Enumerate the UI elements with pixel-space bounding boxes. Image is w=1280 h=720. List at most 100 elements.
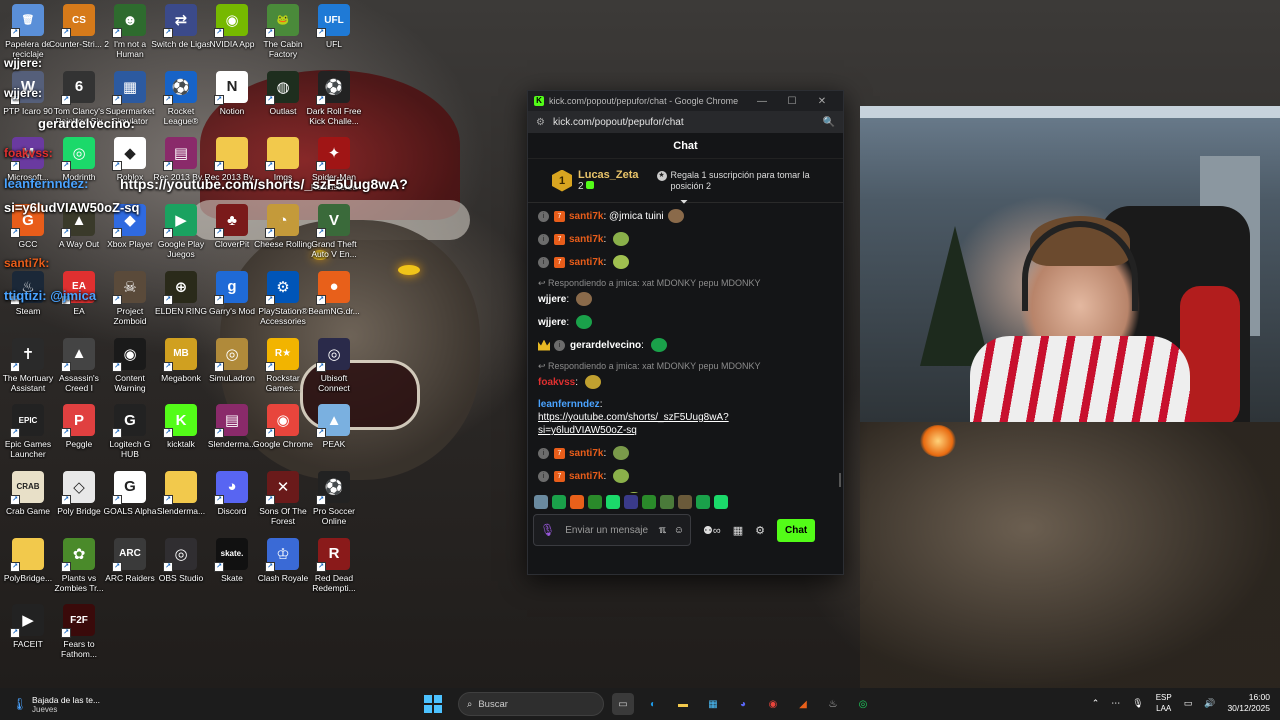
desktop-icon[interactable]: ◎ ↗ Ubisoft Connect xyxy=(306,337,362,402)
file-explorer-icon[interactable]: ▬ xyxy=(672,693,694,715)
chat-emote[interactable] xyxy=(667,209,684,223)
chat-message[interactable]: i 7 santi7k: xyxy=(538,232,833,246)
chat-username[interactable]: santi7k xyxy=(569,256,603,269)
weather-widget[interactable]: 🌡 Bajada de las te... Jueves xyxy=(12,695,212,714)
emote[interactable] xyxy=(606,495,620,509)
top-gifter[interactable]: Lucas_Zeta 2 xyxy=(578,169,639,192)
desktop-icon[interactable]: ● ↗ BeamNG.dr... xyxy=(306,270,362,335)
desktop-icon[interactable]: ◎ ↗ Modrinth xyxy=(51,137,107,201)
minimize-button[interactable]: — xyxy=(747,96,777,107)
desktop-icon[interactable]: ◉ ↗ Content Warning xyxy=(102,337,158,402)
desktop-icon[interactable]: ✕ ↗ Sons Of The Forest xyxy=(255,470,311,535)
address-bar[interactable]: ⚙ kick.com/popout/pepufor/chat 🔍 xyxy=(528,111,843,133)
desktop-icon[interactable]: ◔ ↗ Cheese Rolling xyxy=(254,204,312,268)
site-info-icon[interactable]: ⚙ xyxy=(536,117,545,128)
desktop-icon[interactable]: ⇄ ↗ Switch de Ligas xyxy=(151,4,211,68)
chat-username[interactable]: foakvss xyxy=(538,376,575,389)
desktop-icon[interactable]: ⚙ ↗ PlayStation® Accessories xyxy=(255,270,311,335)
chat-message[interactable]: i 7 santi7k: @jmica tuini xyxy=(538,209,833,223)
chat-emote[interactable] xyxy=(613,469,630,483)
clock[interactable]: 16:00 30/12/2025 xyxy=(1227,692,1270,714)
chat-username[interactable]: santi7k xyxy=(569,210,603,223)
desktop-icon[interactable]: V ↗ Grand Theft Auto V En... xyxy=(306,204,362,268)
chat-message[interactable]: wjjere: xyxy=(538,315,833,329)
microphone-icon[interactable]: 🎙 xyxy=(540,523,555,537)
chat-messages[interactable]: i 7 santi7k: @jmica tuini i 7 santi7k: i 7 sant… xyxy=(528,203,843,493)
chat-link[interactable]: https://youtube.com/shorts/_szF5Uug8wA?s… xyxy=(538,411,808,437)
language-indicator[interactable]: ESP LAA xyxy=(1156,692,1172,714)
chat-message[interactable]: ↗ttiqtizi: @jmica xyxy=(538,492,833,493)
desktop-icon[interactable]: ♔ ↗ Clash Royale xyxy=(255,537,311,602)
chat-username[interactable]: santi7k xyxy=(569,233,603,246)
chat-emote[interactable] xyxy=(650,338,667,352)
users-icon[interactable]: ⚉∞ xyxy=(703,524,721,537)
desktop-icon[interactable]: ↗ PolyBridge... xyxy=(0,537,56,602)
chat-username[interactable]: ttiqtizi xyxy=(553,493,582,494)
gift-store-icon[interactable]: ▦ xyxy=(733,524,743,537)
desktop-icon[interactable]: ◕ ↗ Discord xyxy=(204,470,260,535)
chat-emote[interactable] xyxy=(575,292,592,306)
desktop-icon[interactable]: P ↗ Peggle xyxy=(51,404,107,468)
maximize-button[interactable]: ☐ xyxy=(777,96,807,107)
top-gifter-name[interactable]: Lucas_Zeta xyxy=(578,169,639,181)
display-icon[interactable]: ▭ xyxy=(1184,698,1193,709)
desktop-icon[interactable]: ◉ ↗ NVIDIA App xyxy=(204,4,260,68)
emote[interactable] xyxy=(678,495,692,509)
spotify-icon[interactable]: ◎ xyxy=(852,693,874,715)
chat-emote[interactable] xyxy=(584,375,601,389)
desktop-icon[interactable]: ↗ Slenderma... xyxy=(153,470,209,535)
network-icon[interactable]: ⋯ xyxy=(1111,698,1120,709)
emote[interactable] xyxy=(642,495,656,509)
desktop-icon[interactable]: ♣ ↗ CloverPit xyxy=(204,204,260,268)
kick-emote-icon[interactable]: ℼ xyxy=(659,525,666,536)
reply-context[interactable]: ↩ Respondiendo a jmica: xat MDONKY pepu … xyxy=(538,361,833,372)
desktop-icon[interactable]: ▶ ↗ FACEIT xyxy=(0,604,56,668)
desktop-icon[interactable]: ARC ↗ ARC Raiders xyxy=(102,537,158,602)
faceit-icon[interactable]: ◢ xyxy=(792,693,814,715)
emote[interactable] xyxy=(696,495,710,509)
emote[interactable] xyxy=(588,495,602,509)
emote[interactable] xyxy=(534,495,548,509)
emote[interactable] xyxy=(624,495,638,509)
chat-input[interactable]: 🎙 Enviar un mensaje ℼ ☺ xyxy=(533,514,691,546)
desktop-icon[interactable]: G ↗ GOALS Alpha xyxy=(102,470,158,535)
desktop-icon[interactable]: ▲ ↗ PEAK xyxy=(306,404,362,468)
taskbar-search[interactable]: ⌕ Buscar xyxy=(458,692,604,716)
chat-username[interactable]: leanfernndez xyxy=(538,398,600,411)
chat-emote[interactable] xyxy=(613,232,630,246)
emote[interactable] xyxy=(552,495,566,509)
desktop-icon[interactable]: ⚽ ↗ Rocket League® xyxy=(153,70,209,135)
reply-context[interactable]: ↩ Respondiendo a jmica: xat MDONKY pepu … xyxy=(538,278,833,289)
desktop-icon[interactable]: ⚽ ↗ Dark Roll Free Kick Challe... xyxy=(306,70,362,135)
desktop-icon[interactable]: skate. ↗ Skate xyxy=(204,537,260,602)
edge-icon[interactable]: ◐ xyxy=(642,693,664,715)
gift-prompt[interactable]: ★ Regala 1 suscripción para tomar la pos… xyxy=(656,170,817,192)
desktop-icon[interactable]: ⚽ ↗ Pro Soccer Online xyxy=(306,470,362,535)
chrome-icon[interactable]: ◉ xyxy=(762,693,784,715)
mic-tray-icon[interactable]: 🎙 xyxy=(1132,698,1143,709)
desktop-icon[interactable]: R ↗ Red Dead Redempti... xyxy=(306,537,362,602)
desktop-icon[interactable]: F2F ↗ Fears to Fathom... xyxy=(51,604,107,668)
search-placeholder[interactable]: Buscar xyxy=(478,699,508,710)
desktop-icon[interactable]: 🐸 ↗ The Cabin Factory xyxy=(255,4,311,68)
desktop-icon[interactable]: ◉ ↗ Google Chrome xyxy=(253,404,313,468)
chat-username[interactable]: gerardelvecino xyxy=(570,339,641,352)
chat-message[interactable]: i 7 santi7k: xyxy=(538,469,833,483)
chat-message[interactable]: foakvss: xyxy=(538,375,833,389)
chat-emote[interactable] xyxy=(613,446,630,460)
desktop-icon[interactable]: ◎ ↗ SimuLadron xyxy=(204,337,260,402)
desktop-icon[interactable]: ✿ ↗ Plants vs Zombies Tr... xyxy=(51,537,107,602)
desktop-icon[interactable]: g ↗ Garry's Mod xyxy=(204,270,260,335)
desktop-icon[interactable]: R★ ↗ Rockstar Games... xyxy=(255,337,311,402)
desktop-icon[interactable]: ◍ ↗ Outlast xyxy=(255,70,311,135)
emote-quickbar[interactable] xyxy=(528,493,843,511)
send-chat-button[interactable]: Chat xyxy=(776,518,816,542)
desktop-icon[interactable]: ▤ ↗ Slenderma... xyxy=(204,404,260,468)
volume-icon[interactable]: 🔊 xyxy=(1204,698,1215,709)
start-button[interactable] xyxy=(424,695,442,713)
chat-message[interactable]: i 7 santi7k: xyxy=(538,255,833,269)
desktop-icon[interactable]: ⊕ ↗ ELDEN RING xyxy=(153,270,209,335)
chat-message[interactable]: wjjere: xyxy=(538,292,833,306)
chat-username[interactable]: santi7k xyxy=(569,447,603,460)
emote[interactable] xyxy=(570,495,584,509)
